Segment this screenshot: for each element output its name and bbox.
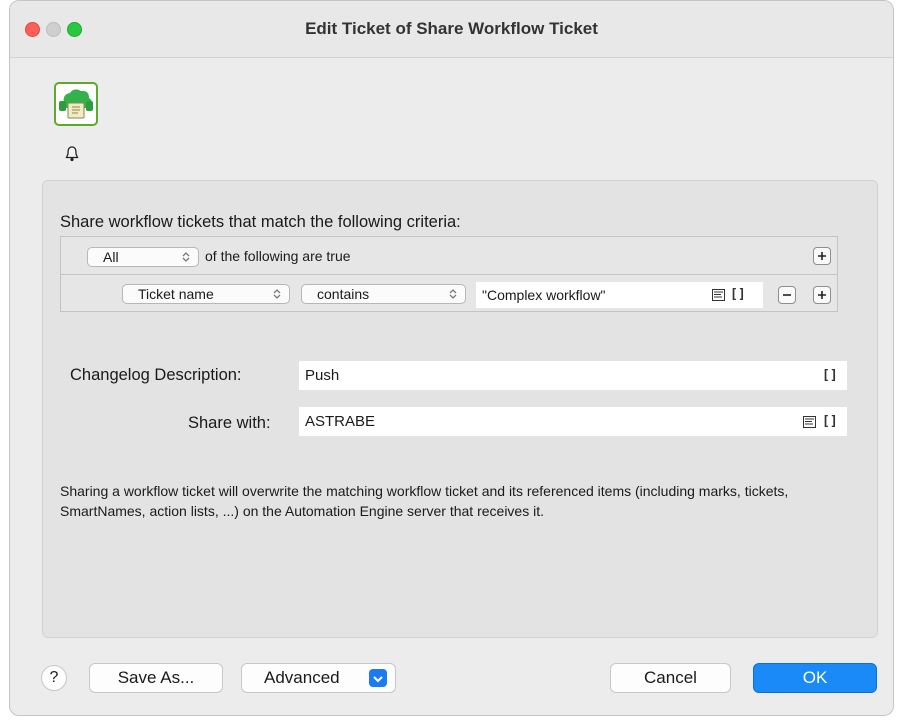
rule-value-text: "Complex workflow"	[482, 287, 606, 303]
window-title: Edit Ticket of Share Workflow Ticket	[305, 19, 598, 38]
share-with-value: ASTRABE	[305, 413, 376, 430]
plus-icon	[818, 291, 826, 299]
criteria-box: All of the following are true Ticket nam…	[60, 236, 838, 312]
criteria-match-row: All of the following are true	[61, 237, 837, 275]
advanced-button-label: Advanced	[264, 668, 340, 687]
changelog-brackets-icon[interactable]: []	[822, 368, 838, 383]
rule-operator-select[interactable]: contains	[301, 284, 466, 304]
chevron-updown-icon	[182, 252, 190, 262]
title-bar: Edit Ticket of Share Workflow Ticket	[10, 1, 893, 58]
changelog-value: Push	[305, 367, 340, 384]
share-with-brackets-icon[interactable]: []	[822, 414, 838, 429]
share-with-label: Share with:	[188, 414, 271, 432]
match-suffix-text: of the following are true	[205, 248, 351, 264]
chevron-updown-icon	[449, 289, 457, 299]
changelog-label: Changelog Description:	[70, 366, 242, 384]
save-as-button[interactable]: Save As...	[89, 663, 223, 693]
variable-brackets-icon[interactable]: []	[730, 287, 746, 302]
add-rule-button[interactable]	[813, 286, 831, 304]
criteria-heading: Share workflow tickets that match the fo…	[60, 213, 461, 231]
minus-icon	[783, 294, 791, 296]
remove-rule-button[interactable]	[778, 286, 796, 304]
help-button[interactable]: ?	[41, 665, 67, 691]
match-all-select[interactable]: All	[87, 247, 199, 267]
add-criteria-group-button[interactable]	[813, 247, 831, 265]
list-icon[interactable]	[712, 289, 725, 301]
plus-icon	[818, 252, 826, 260]
rule-field-select[interactable]: Ticket name	[122, 284, 290, 304]
dialog-window: Edit Ticket of Share Workflow Ticket	[9, 0, 894, 716]
ticket-icon	[54, 82, 98, 126]
advanced-button[interactable]: Advanced	[241, 663, 396, 693]
share-with-field[interactable]: ASTRABE	[299, 407, 847, 436]
bell-icon[interactable]	[65, 145, 79, 163]
match-all-select-value: All	[103, 249, 119, 265]
rule-field-value: Ticket name	[138, 286, 214, 302]
ok-button[interactable]: OK	[753, 663, 877, 693]
rule-operator-value: contains	[317, 286, 370, 302]
changelog-field[interactable]: Push	[299, 361, 847, 390]
cancel-button[interactable]: Cancel	[610, 663, 731, 693]
chevron-updown-icon	[273, 289, 281, 299]
description-text: Sharing a workflow ticket will overwrite…	[60, 483, 789, 519]
chevron-down-icon	[369, 669, 387, 687]
list-icon[interactable]	[803, 416, 816, 428]
